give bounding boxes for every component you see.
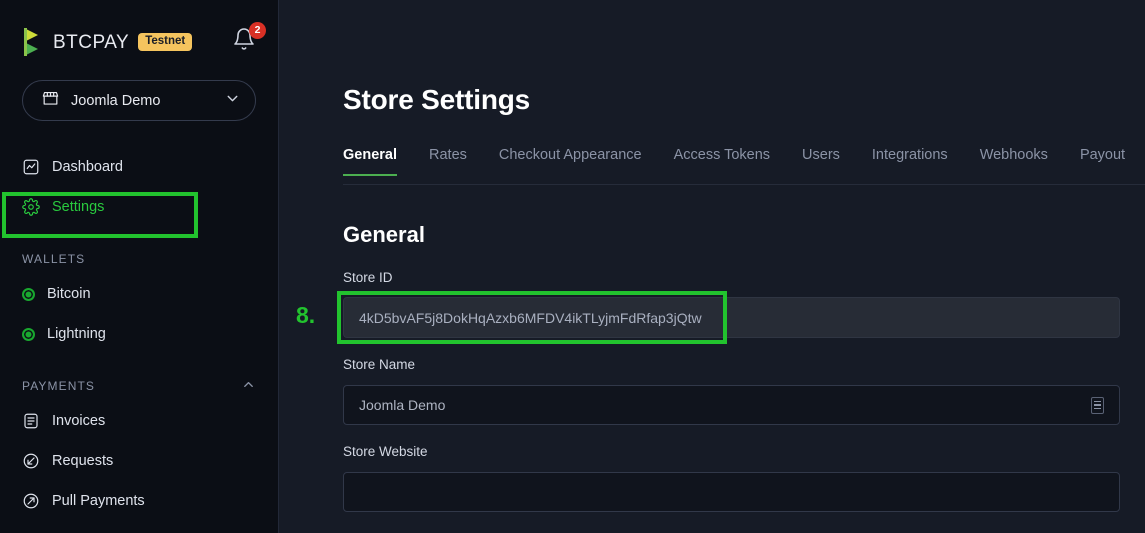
payment-request-icon — [22, 452, 40, 470]
store-name-label: Store Name — [343, 357, 416, 372]
sidebar-section-label: PAYMENTS — [22, 379, 96, 393]
sidebar: BTCPAY Testnet 2 Joomla Demo Dashboard S… — [0, 0, 279, 533]
pull-payment-icon — [22, 492, 40, 510]
chevron-up-icon — [241, 377, 256, 395]
store-name-input[interactable]: Joomla Demo — [343, 385, 1120, 425]
sidebar-item-label: Dashboard — [52, 159, 123, 175]
tab-payout[interactable]: Payout — [1080, 147, 1125, 175]
testnet-badge: Testnet — [138, 32, 193, 52]
notifications-bell[interactable]: 2 — [232, 22, 266, 57]
sidebar-item-label: Invoices — [52, 413, 106, 429]
section-title-general: General — [343, 222, 425, 247]
status-dot-icon — [22, 327, 35, 341]
sidebar-item-settings[interactable]: Settings — [0, 187, 278, 227]
resize-grip-icon[interactable] — [1091, 396, 1104, 414]
store-icon — [41, 89, 60, 113]
sidebar-item-label: Lightning — [47, 326, 106, 342]
tab-integrations[interactable]: Integrations — [872, 147, 948, 175]
sidebar-item-lightning[interactable]: Lightning — [0, 314, 278, 354]
store-name-value: Joomla Demo — [359, 397, 446, 413]
sidebar-item-dashboard[interactable]: Dashboard — [0, 147, 278, 187]
sidebar-item-bitcoin[interactable]: Bitcoin — [0, 274, 278, 314]
page-title: Store Settings — [343, 84, 531, 115]
status-dot-icon — [22, 287, 35, 301]
store-website-label: Store Website — [343, 444, 428, 459]
sidebar-item-label: Requests — [52, 453, 114, 469]
sidebar-section-wallets[interactable]: WALLETS — [0, 250, 278, 268]
sidebar-item-invoices[interactable]: Invoices — [0, 401, 278, 441]
tab-general[interactable]: General — [343, 147, 397, 176]
sidebar-item-label: Bitcoin — [47, 286, 91, 302]
sidebar-item-label: Settings — [52, 199, 105, 215]
brand-name: BTCPAY — [53, 31, 130, 53]
step-number-annotation: 8. — [296, 302, 316, 328]
btcpay-logo-icon — [22, 27, 46, 57]
store-website-input[interactable] — [343, 472, 1120, 512]
notification-count-badge: 2 — [249, 22, 266, 39]
sidebar-nav: Dashboard Settings WALLETS Bitcoin Light… — [0, 147, 278, 521]
brand-row: BTCPAY Testnet 2 — [0, 0, 278, 62]
store-id-label: Store ID — [343, 270, 393, 285]
settings-tabs: General Rates Checkout Appearance Access… — [343, 147, 1145, 185]
gear-icon — [22, 198, 40, 216]
store-id-input[interactable]: 4kD5bvAF5j8DokHqAzxb6MFDV4ikTLyjmFdRfap3… — [343, 297, 1120, 338]
sidebar-item-requests[interactable]: Requests — [0, 441, 278, 481]
sidebar-item-pull-payments[interactable]: Pull Payments — [0, 481, 278, 521]
tab-users[interactable]: Users — [802, 147, 840, 175]
chevron-down-icon — [224, 90, 241, 112]
tab-access-tokens[interactable]: Access Tokens — [674, 147, 770, 175]
bell-icon — [232, 28, 256, 55]
tab-webhooks[interactable]: Webhooks — [980, 147, 1048, 175]
store-id-value: 4kD5bvAF5j8DokHqAzxb6MFDV4ikTLyjmFdRfap3… — [359, 309, 702, 326]
app-root: BTCPAY Testnet 2 Joomla Demo Dashboard S… — [0, 0, 1145, 533]
store-selector-label: Joomla Demo — [71, 92, 161, 109]
main-content: Store Settings General Rates Checkout Ap… — [279, 0, 1145, 533]
dashboard-icon — [22, 158, 40, 176]
tab-rates[interactable]: Rates — [429, 147, 467, 175]
store-selector[interactable]: Joomla Demo — [22, 80, 256, 121]
sidebar-section-payments[interactable]: PAYMENTS — [0, 377, 278, 395]
sidebar-item-label: Pull Payments — [52, 493, 145, 509]
sidebar-section-label: WALLETS — [22, 252, 86, 266]
tab-checkout-appearance[interactable]: Checkout Appearance — [499, 147, 642, 175]
invoice-icon — [22, 412, 40, 430]
